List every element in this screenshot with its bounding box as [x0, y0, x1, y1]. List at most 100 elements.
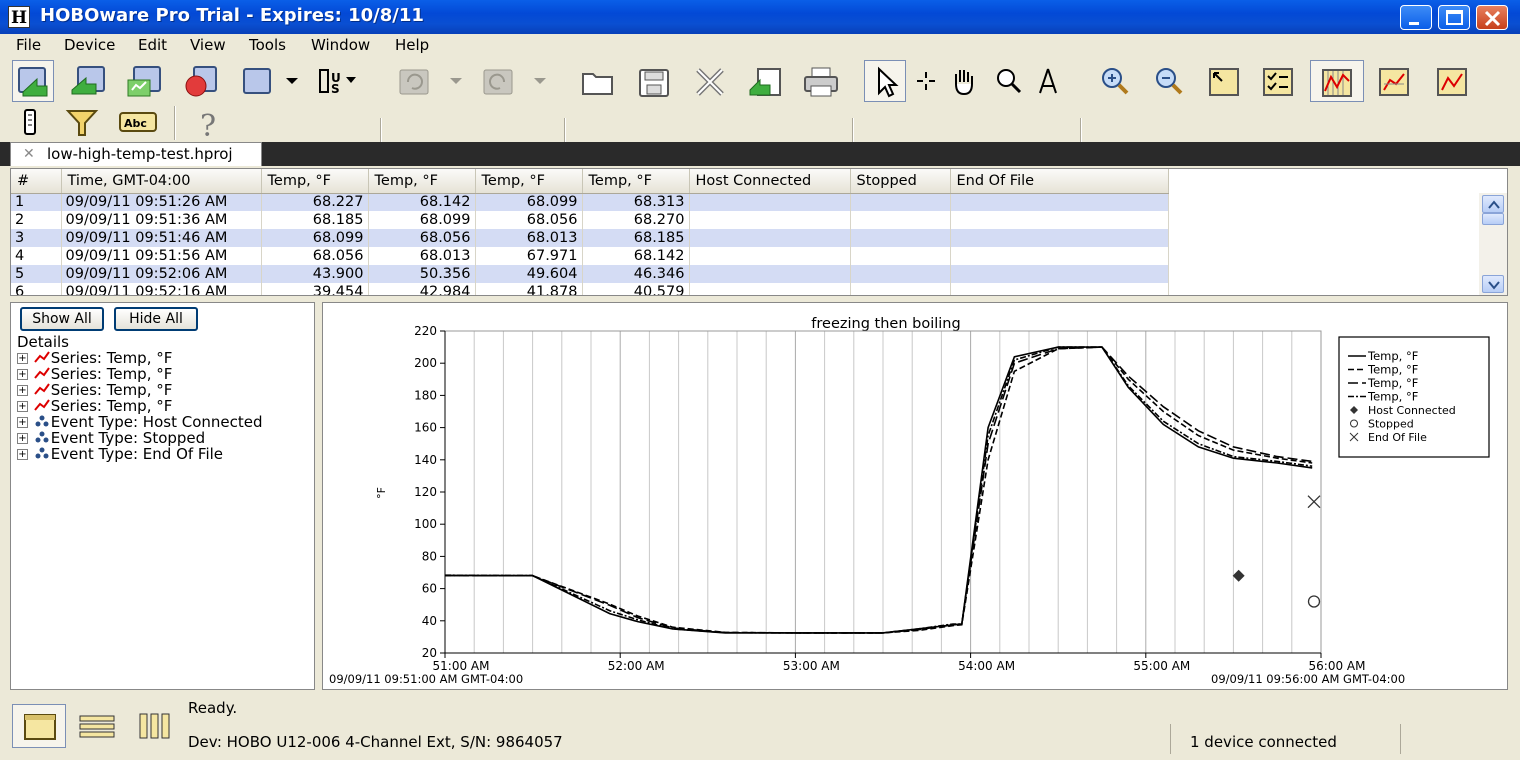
- help-button[interactable]: ?: [190, 104, 230, 142]
- table-cell[interactable]: 68.185: [261, 211, 369, 229]
- show-all-button[interactable]: Show All: [20, 307, 104, 331]
- plot-button[interactable]: [1374, 60, 1416, 102]
- tree-item-series[interactable]: + Series: Temp, °F: [17, 349, 172, 367]
- delete-button[interactable]: [690, 60, 732, 102]
- table-row[interactable]: 2 09/09/11 09:51:36 AM 68.185 68.099 68.056 6…: [11, 211, 1169, 229]
- column-header-time[interactable]: Time, GMT-04:00: [61, 169, 262, 194]
- table-cell[interactable]: 09/09/11 09:51:26 AM: [61, 193, 262, 211]
- export-button[interactable]: [746, 60, 788, 102]
- scroll-down-button[interactable]: [1482, 275, 1504, 293]
- table-cell[interactable]: 68.227: [261, 193, 369, 211]
- zoom-button[interactable]: [988, 60, 1030, 102]
- undo-dropdown[interactable]: [446, 60, 466, 102]
- table-cell[interactable]: 2: [11, 211, 62, 229]
- menu-edit[interactable]: Edit: [138, 36, 167, 54]
- tree-item-series[interactable]: + Series: Temp, °F: [17, 397, 172, 415]
- close-button[interactable]: [1476, 5, 1508, 30]
- table-cell[interactable]: [689, 265, 851, 283]
- column-header-temp-3[interactable]: Temp, °F: [475, 169, 583, 194]
- print-button[interactable]: [800, 60, 842, 102]
- table-cell[interactable]: 5: [11, 265, 62, 283]
- table-cell[interactable]: [850, 247, 951, 265]
- table-cell[interactable]: [950, 247, 1169, 265]
- expand-icon[interactable]: +: [17, 449, 28, 460]
- table-cell[interactable]: [950, 265, 1169, 283]
- table-cell[interactable]: 68.056: [368, 229, 476, 247]
- menu-window[interactable]: Window: [311, 36, 370, 54]
- device-button[interactable]: [238, 60, 280, 102]
- table-cell[interactable]: [850, 193, 951, 211]
- device-dropdown[interactable]: [282, 60, 302, 102]
- menu-view[interactable]: View: [190, 36, 226, 54]
- table-cell[interactable]: 09/09/11 09:52:16 AM: [61, 283, 262, 295]
- menu-tools[interactable]: Tools: [249, 36, 286, 54]
- hide-all-button[interactable]: Hide All: [114, 307, 198, 331]
- menu-device[interactable]: Device: [64, 36, 115, 54]
- table-cell[interactable]: 68.313: [582, 193, 690, 211]
- zoom-out-button[interactable]: [1148, 60, 1190, 102]
- expand-icon[interactable]: +: [17, 417, 28, 428]
- table-row[interactable]: 4 09/09/11 09:51:56 AM 68.056 68.013 67.971 6…: [11, 247, 1169, 265]
- table-cell[interactable]: [689, 229, 851, 247]
- table-cell[interactable]: [850, 265, 951, 283]
- column-view-button[interactable]: [130, 704, 180, 748]
- table-cell[interactable]: [689, 283, 851, 295]
- tree-item-series[interactable]: + Series: Temp, °F: [17, 365, 172, 383]
- tree-item-event[interactable]: + Event Type: Host Connected: [17, 413, 263, 431]
- measure-button[interactable]: [1028, 60, 1070, 102]
- tree-item-event[interactable]: + Event Type: End Of File: [17, 445, 223, 463]
- table-cell[interactable]: [950, 193, 1169, 211]
- table-cell[interactable]: 68.056: [261, 247, 369, 265]
- readout-button[interactable]: [12, 60, 54, 102]
- column-header-stopped[interactable]: Stopped: [850, 169, 951, 194]
- column-header-temp-1[interactable]: Temp, °F: [261, 169, 369, 194]
- table-row[interactable]: 1 09/09/11 09:51:26 AM 68.227 68.142 68.099 6…: [11, 193, 1169, 211]
- zoom-in-button[interactable]: [1094, 60, 1136, 102]
- zoom-fit-button[interactable]: [1204, 60, 1246, 102]
- table-cell[interactable]: 68.099: [475, 193, 583, 211]
- expand-icon[interactable]: +: [17, 433, 28, 444]
- table-cell[interactable]: 50.356: [368, 265, 476, 283]
- column-header-index[interactable]: #: [11, 169, 62, 194]
- table-cell[interactable]: 09/09/11 09:52:06 AM: [61, 265, 262, 283]
- table-cell[interactable]: 68.013: [368, 247, 476, 265]
- table-cell[interactable]: 09/09/11 09:51:46 AM: [61, 229, 262, 247]
- table-row[interactable]: 5 09/09/11 09:52:06 AM 43.900 50.356 49.604 4…: [11, 265, 1169, 283]
- series-button[interactable]: [1432, 60, 1474, 102]
- table-cell[interactable]: [689, 247, 851, 265]
- table-cell[interactable]: 68.270: [582, 211, 690, 229]
- row-view-button[interactable]: [72, 704, 122, 748]
- table-cell[interactable]: [689, 211, 851, 229]
- table-cell[interactable]: [850, 229, 951, 247]
- table-cell[interactable]: 49.604: [475, 265, 583, 283]
- column-header-temp-2[interactable]: Temp, °F: [368, 169, 476, 194]
- table-vertical-scrollbar[interactable]: [1479, 193, 1507, 295]
- stop-button[interactable]: [180, 60, 222, 102]
- undo-button[interactable]: [394, 60, 436, 102]
- maximize-button[interactable]: [1438, 5, 1470, 30]
- table-cell[interactable]: 68.013: [475, 229, 583, 247]
- launch-button[interactable]: [68, 60, 110, 102]
- table-cell[interactable]: 68.185: [582, 229, 690, 247]
- table-row[interactable]: 6 09/09/11 09:52:16 AM 39.454 42.984 41.878 4…: [11, 283, 1169, 295]
- table-cell[interactable]: [850, 283, 951, 295]
- table-cell[interactable]: 67.971: [475, 247, 583, 265]
- redo-button[interactable]: [478, 60, 520, 102]
- table-cell[interactable]: 09/09/11 09:51:56 AM: [61, 247, 262, 265]
- pan-button[interactable]: [944, 60, 986, 102]
- details-view-button[interactable]: [12, 704, 66, 748]
- expand-icon[interactable]: +: [17, 353, 28, 364]
- tree-item-event[interactable]: + Event Type: Stopped: [17, 429, 205, 447]
- table-cell[interactable]: 43.900: [261, 265, 369, 283]
- table-cell[interactable]: [850, 211, 951, 229]
- table-cell[interactable]: 39.454: [261, 283, 369, 295]
- table-cell[interactable]: [950, 229, 1169, 247]
- table-cell[interactable]: 41.878: [475, 283, 583, 295]
- units-button[interactable]: US: [314, 60, 356, 102]
- column-header-end-of-file[interactable]: End Of File: [950, 169, 1169, 194]
- thermometer-button[interactable]: [10, 104, 50, 142]
- column-header-temp-4[interactable]: Temp, °F: [582, 169, 690, 194]
- table-cell[interactable]: 40.579: [582, 283, 690, 295]
- redo-dropdown[interactable]: [530, 60, 550, 102]
- expand-icon[interactable]: +: [17, 385, 28, 396]
